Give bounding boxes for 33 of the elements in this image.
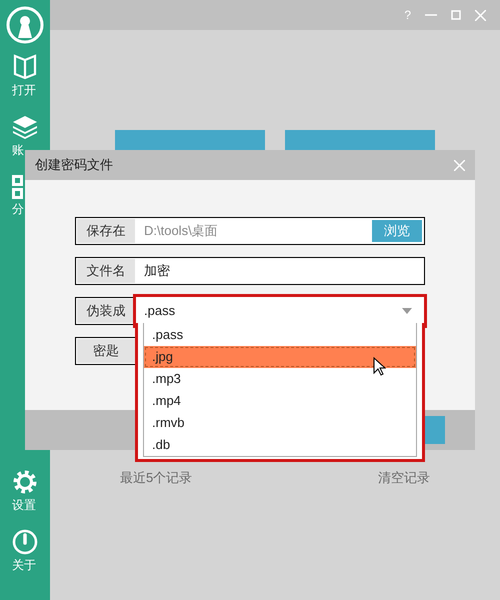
help-button[interactable]: ? — [404, 6, 411, 24]
browse-button[interactable]: 浏览 — [372, 220, 422, 242]
layers-icon — [12, 114, 38, 140]
sidebar-label[interactable]: 关于 — [12, 559, 36, 571]
field-label: 密匙 — [77, 339, 135, 363]
keyhole-logo-icon — [5, 5, 45, 45]
footer-link[interactable]: 最近5个记录 — [120, 468, 192, 488]
dropdown-option[interactable]: .pass — [144, 324, 416, 346]
footer-link[interactable]: 清空记录 — [378, 468, 430, 488]
dialog-title: 创建密码文件 — [35, 156, 113, 174]
dropdown-option[interactable]: .mp3 — [144, 368, 416, 390]
cursor-icon — [373, 357, 386, 376]
book-icon — [12, 54, 38, 80]
dropdown-option[interactable]: .mp4 — [144, 390, 416, 412]
dropdown-option[interactable]: .db — [144, 434, 416, 456]
dropdown-option[interactable]: .rmvb — [144, 412, 416, 434]
sidebar-label[interactable]: 设置 — [12, 499, 36, 511]
sidebar-label[interactable]: 分 — [12, 203, 24, 215]
settings-icon — [12, 469, 38, 495]
sidebar-label[interactable]: 账 — [12, 144, 24, 156]
caret-icon — [402, 308, 412, 314]
field-label: 伪装成 — [77, 299, 135, 323]
gauge-icon — [12, 529, 38, 555]
field-label: 保存在 — [77, 219, 135, 243]
filename-input[interactable]: 加密 — [136, 261, 424, 281]
maximize-icon[interactable] — [451, 10, 461, 20]
close-icon[interactable] — [475, 10, 486, 20]
grid-icon — [12, 175, 23, 199]
dropdown-option[interactable]: .jpg — [144, 346, 416, 368]
path-text: D:\tools\桌面 — [144, 222, 218, 240]
close-icon[interactable] — [454, 160, 465, 170]
sidebar-label[interactable]: 打开 — [12, 84, 36, 96]
field-label: 文件名 — [77, 259, 135, 283]
